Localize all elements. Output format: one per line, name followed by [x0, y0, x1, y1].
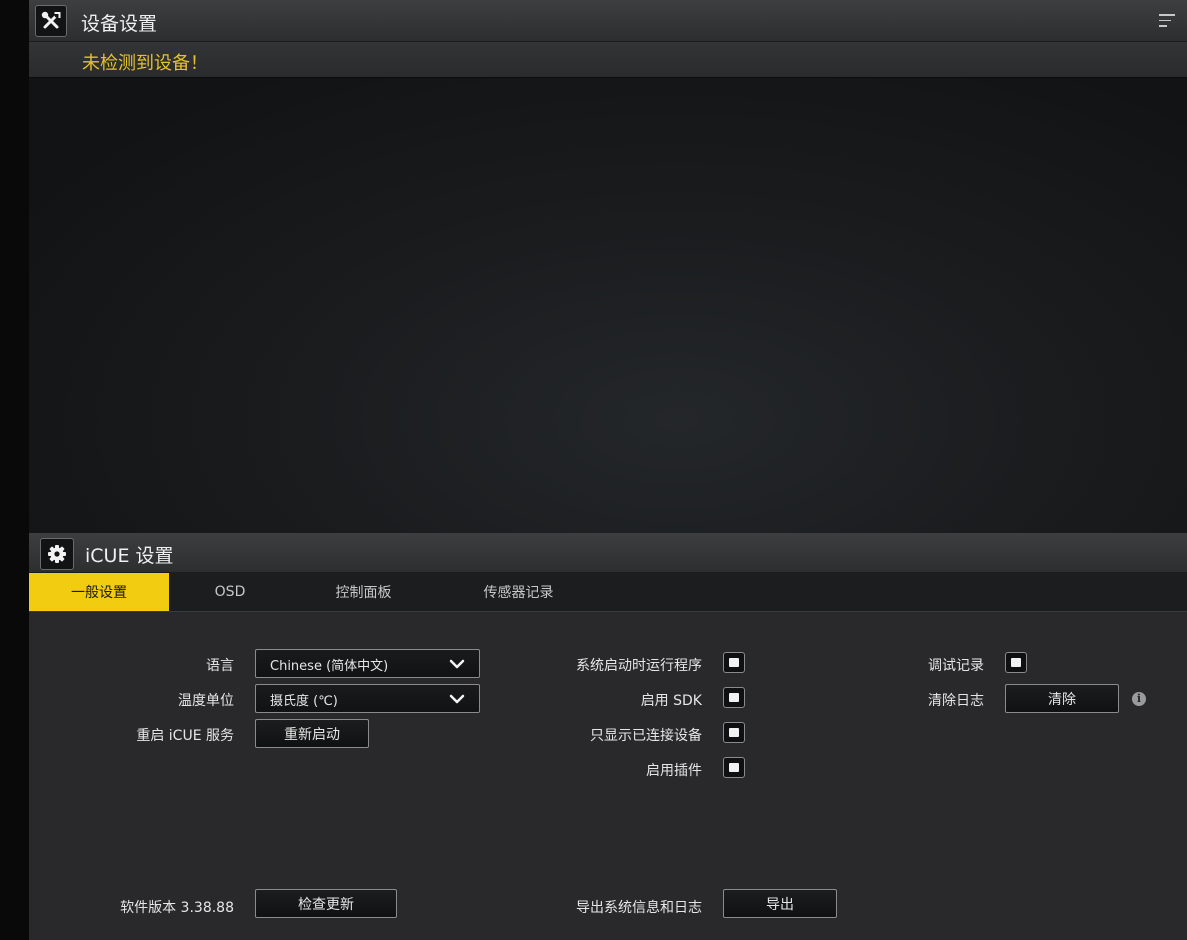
restart-button[interactable]: 重新启动 [255, 719, 369, 748]
chevron-down-icon [449, 694, 465, 704]
software-version-label: 软件版本 3.38.88 [120, 900, 234, 916]
debug-log-label: 调试记录 [928, 658, 984, 674]
language-select-value: Chinese (简体中文) [270, 659, 389, 674]
device-status-bar: 未检测到设备！ [29, 42, 1187, 78]
device-settings-header: 设备设置 [29, 0, 1187, 42]
enable-sdk-checkbox[interactable] [723, 687, 745, 708]
connected-only-label: 只显示已连接设备 [590, 728, 702, 744]
clear-log-button[interactable]: 清除 [1005, 684, 1119, 713]
autostart-label: 系统启动时运行程序 [576, 658, 702, 674]
gear-icon[interactable] [40, 538, 74, 570]
general-settings-panel: 语言 Chinese (简体中文) 温度单位 摄氏度 (℃) 重启 iCUE 服… [29, 612, 1187, 940]
check-update-button[interactable]: 检查更新 [255, 889, 397, 918]
debug-log-checkbox[interactable] [1005, 652, 1027, 673]
enable-plugins-checkbox[interactable] [723, 757, 745, 778]
language-select[interactable]: Chinese (简体中文) [255, 649, 480, 678]
tab-sensor-log[interactable]: 传感器记录 [436, 573, 601, 611]
window-left-edge [0, 0, 29, 940]
tab-osd[interactable]: OSD [169, 573, 291, 611]
chevron-down-icon [449, 659, 465, 669]
language-label: 语言 [206, 658, 234, 674]
device-settings-title: 设备设置 [81, 13, 158, 35]
device-display-area [29, 78, 1187, 533]
check-mark [729, 728, 739, 737]
app-window: 设备设置 未检测到设备！ iCUE 设置 一般设置 OSD 控制面板 传感器记录… [29, 0, 1187, 940]
check-mark [729, 658, 739, 667]
tab-dashboard[interactable]: 控制面板 [291, 573, 436, 611]
check-mark [729, 693, 739, 702]
info-icon[interactable]: i [1132, 692, 1146, 706]
clear-log-label: 清除日志 [928, 693, 984, 709]
temp-unit-select-value: 摄氏度 (℃) [270, 694, 338, 709]
check-mark [1011, 658, 1021, 667]
export-label: 导出系统信息和日志 [576, 900, 702, 916]
check-mark [729, 763, 739, 772]
settings-tab-bar: 一般设置 OSD 控制面板 传感器记录 [29, 573, 1187, 612]
temp-unit-select[interactable]: 摄氏度 (℃) [255, 684, 480, 713]
enable-plugins-label: 启用插件 [646, 763, 702, 779]
enable-sdk-label: 启用 SDK [640, 693, 702, 709]
icue-settings-title: iCUE 设置 [85, 545, 174, 567]
autostart-checkbox[interactable] [723, 652, 745, 673]
menu-icon[interactable] [1159, 14, 1175, 28]
tools-icon[interactable] [35, 5, 67, 37]
icue-settings-header: iCUE 设置 [29, 533, 1187, 573]
temp-unit-label: 温度单位 [178, 693, 234, 709]
connected-only-checkbox[interactable] [723, 722, 745, 743]
no-device-message: 未检测到设备！ [82, 53, 208, 74]
export-button[interactable]: 导出 [723, 889, 837, 918]
tab-general[interactable]: 一般设置 [29, 573, 169, 611]
restart-service-label: 重启 iCUE 服务 [136, 728, 234, 744]
